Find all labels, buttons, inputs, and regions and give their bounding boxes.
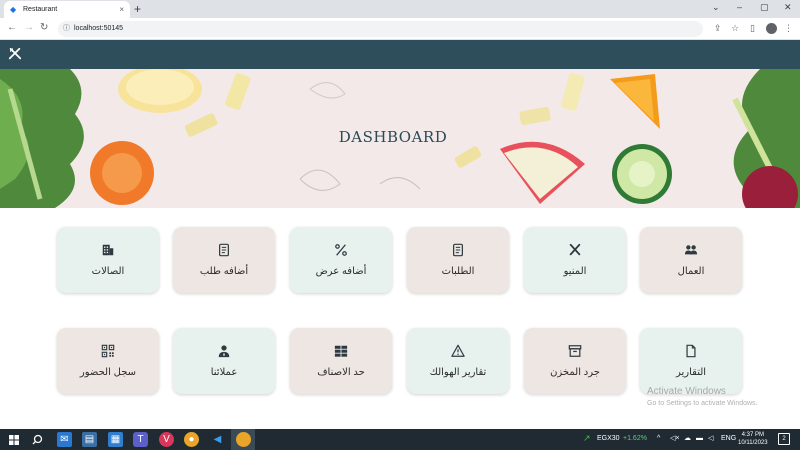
card-customers[interactable]: عملائنا: [173, 328, 275, 394]
restaurant-menu-icon[interactable]: [8, 47, 22, 61]
back-icon[interactable]: ←: [7, 22, 17, 34]
bookmark-star-icon[interactable]: ☆: [731, 23, 739, 33]
users-icon: [684, 245, 698, 255]
close-tab-icon[interactable]: ×: [119, 5, 124, 14]
card-add-order[interactable]: أضافه طلب: [173, 227, 275, 293]
card-workers[interactable]: العمال: [640, 227, 742, 293]
close-window-button[interactable]: ✕: [784, 2, 792, 13]
utensils-icon: [569, 243, 581, 256]
stock-change: +1.62%: [623, 435, 647, 442]
app-bar: [0, 40, 800, 69]
forward-icon[interactable]: →: [24, 22, 34, 34]
minimize-button[interactable]: –: [737, 2, 742, 12]
site-info-icon[interactable]: ⓘ: [63, 21, 70, 37]
card-waste-reports[interactable]: تقارير الهوالك: [407, 328, 509, 394]
user-tie-icon: [218, 345, 230, 358]
document-icon: [453, 243, 463, 257]
card-label: الصالات: [91, 266, 125, 277]
chrome-menu-icon[interactable]: ⋮: [784, 23, 793, 33]
new-tab-button[interactable]: +: [134, 2, 141, 16]
flutter-icon: ◆: [10, 4, 17, 14]
tab-search-icon[interactable]: ⌄: [712, 2, 720, 13]
document-icon: [219, 243, 229, 257]
card-reports[interactable]: التقارير: [640, 328, 742, 394]
network-icon[interactable]: ▬: [696, 435, 703, 443]
url-text: localhost:50145: [74, 25, 124, 32]
card-label: أضافه عرض: [315, 266, 367, 277]
card-menu[interactable]: المنيو: [524, 227, 626, 293]
card-label: التقارير: [675, 367, 707, 378]
system-tray: ↗ EGX30 +1.62% ^ ◁× ☁ ▬ ◁ ENG 4:37 PM 10…: [0, 429, 800, 450]
clock-time: 4:37 PM: [741, 432, 764, 438]
table-icon: [334, 345, 348, 357]
browser-toolbar: ← → ↻ ⓘ localhost:50145 ⇪ ☆ ▯ ⋮: [0, 18, 800, 40]
activation-watermark-subtitle: Go to Settings to activate Windows.: [647, 400, 758, 407]
stock-chart-icon: ↗: [583, 433, 591, 443]
card-halls[interactable]: الصالات: [57, 227, 159, 293]
card-label: العمال: [677, 266, 705, 277]
clock-date: 10/11/2023: [738, 440, 768, 446]
card-add-offer[interactable]: أضافه عرض: [290, 227, 392, 293]
maximize-button[interactable]: ▢: [760, 2, 769, 13]
share-icon[interactable]: ⇪: [714, 23, 722, 33]
card-label: سجل الحضور: [79, 367, 137, 378]
card-label: أضافه طلب: [199, 266, 249, 277]
card-inventory[interactable]: جرد المخزن: [524, 328, 626, 394]
card-label: جرد المخزن: [550, 367, 600, 378]
language-indicator[interactable]: ENG: [721, 435, 736, 443]
card-label: حد الاصناف: [317, 367, 365, 378]
notification-count: 2: [782, 436, 786, 442]
volume-icon[interactable]: ◁×: [670, 435, 679, 443]
cloud-icon[interactable]: ☁: [684, 435, 691, 443]
card-attendance[interactable]: سجل الحضور: [57, 328, 159, 394]
card-item-limits[interactable]: حد الاصناف: [290, 328, 392, 394]
qrcode-icon: [101, 344, 115, 358]
percent-icon: [335, 244, 347, 256]
address-bar[interactable]: ⓘ localhost:50145: [58, 21, 703, 37]
side-panel-icon[interactable]: ▯: [750, 23, 755, 33]
card-label: الطلبات: [441, 266, 475, 277]
card-label: تقارير الهوالك: [429, 367, 487, 378]
archive-icon: [568, 345, 582, 357]
activation-watermark: Activate Windows: [647, 386, 726, 397]
card-label: عملائنا: [210, 367, 238, 378]
building-icon: [102, 244, 114, 256]
stock-label[interactable]: EGX30: [597, 435, 620, 443]
speaker-icon[interactable]: ◁: [708, 435, 713, 443]
chevron-up-icon[interactable]: ^: [657, 435, 660, 443]
page-title: DASHBOARD: [338, 128, 448, 146]
notification-center-icon[interactable]: 2: [778, 433, 790, 445]
warning-icon: [451, 344, 465, 357]
taskbar-clock[interactable]: 4:37 PM 10/11/2023: [738, 431, 768, 447]
card-label: المنيو: [563, 266, 587, 277]
browser-tab[interactable]: ◆ Restaurant ×: [4, 1, 130, 18]
file-icon: [686, 344, 696, 358]
card-orders[interactable]: الطلبات: [407, 227, 509, 293]
tab-title: Restaurant: [23, 6, 58, 13]
profile-avatar-icon[interactable]: [766, 23, 777, 34]
browser-tab-strip: ◆ Restaurant × + ⌄ – ▢ ✕: [0, 0, 800, 18]
reload-icon[interactable]: ↻: [40, 22, 48, 34]
